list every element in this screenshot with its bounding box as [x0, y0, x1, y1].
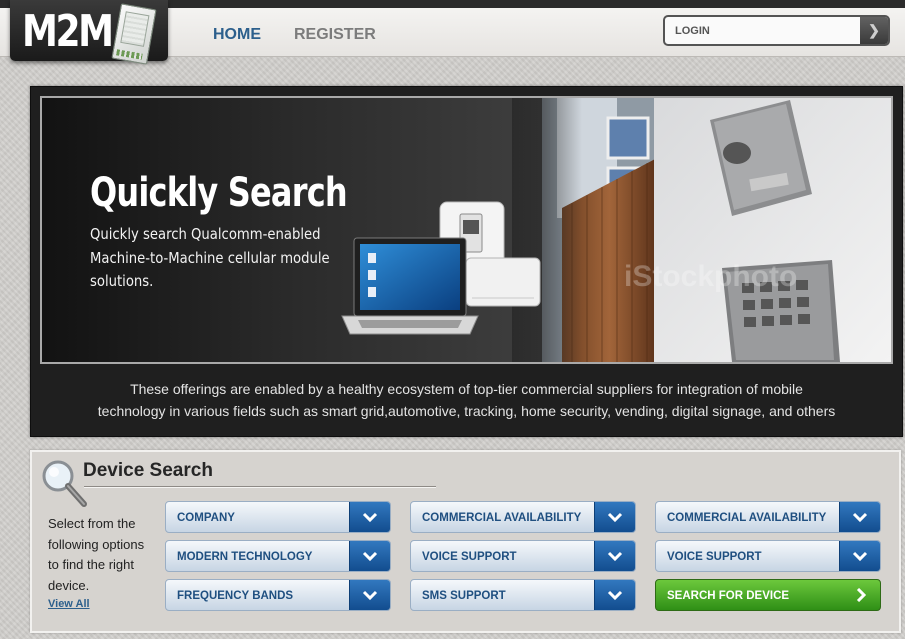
- chevron-down-icon: [349, 580, 390, 610]
- chevron-down-icon: [349, 541, 390, 571]
- title-divider: [84, 486, 436, 487]
- hero-caption-line-1: These offerings are enabled by a healthy…: [130, 381, 803, 397]
- view-all-link[interactable]: View All: [48, 598, 90, 610]
- filter-frequency-bands[interactable]: FREQUENCY BANDS: [165, 579, 391, 611]
- chevron-down-icon: [594, 541, 635, 571]
- chevron-down-icon: [839, 502, 880, 532]
- hero-description: Quickly search Qualcomm-enabled Machine-…: [90, 225, 330, 290]
- filter-sms-support[interactable]: SMS SUPPORT: [410, 579, 636, 611]
- filter-label: MODERN TECHNOLOGY: [177, 551, 313, 563]
- chevron-down-icon: [594, 580, 635, 610]
- hero-banner: iStockphoto Quickly Search Quickly searc…: [30, 86, 903, 437]
- device-search-title: Device Search: [83, 460, 213, 481]
- hero-caption: These offerings are enabled by a healthy…: [51, 378, 882, 422]
- login-input[interactable]: [665, 17, 861, 44]
- filter-label: FREQUENCY BANDS: [177, 590, 294, 602]
- hero-caption-line-2: technology in various fields such as sma…: [97, 403, 836, 419]
- device-search-description: Select from the following options to fin…: [48, 516, 145, 593]
- login-box: ❯: [663, 15, 890, 46]
- filter-label: COMMERCIAL AVAILABILITY: [667, 512, 827, 524]
- m2m-module-icon: [111, 3, 157, 65]
- filter-label: VOICE SUPPORT: [667, 551, 762, 563]
- filter-company[interactable]: COMPANY: [165, 501, 391, 533]
- hero-title: Quickly Search: [90, 170, 348, 216]
- filter-commercial-availability[interactable]: COMMERCIAL AVAILABILITY: [410, 501, 636, 533]
- search-for-device-button[interactable]: SEARCH FOR DEVICE: [655, 579, 881, 611]
- nav-home[interactable]: HOME: [213, 26, 261, 44]
- chevron-down-icon: [839, 541, 880, 571]
- filter-commercial-availability-2[interactable]: COMMERCIAL AVAILABILITY: [655, 501, 881, 533]
- filter-voice-support-2[interactable]: VOICE SUPPORT: [655, 540, 881, 572]
- chevron-right-icon: [856, 588, 866, 602]
- filter-label: SMS SUPPORT: [422, 590, 506, 602]
- filter-modern-technology[interactable]: MODERN TECHNOLOGY: [165, 540, 391, 572]
- chevron-down-icon: [349, 502, 390, 532]
- chevron-down-icon: [594, 502, 635, 532]
- watermark-text: iStockphoto: [624, 260, 797, 293]
- site-logo[interactable]: M2M: [10, 0, 168, 65]
- hero-image-frame: iStockphoto Quickly Search Quickly searc…: [40, 96, 893, 364]
- chevron-right-icon: ❯: [868, 22, 880, 38]
- nav-register[interactable]: REGISTER: [294, 26, 376, 44]
- filter-label: COMPANY: [177, 512, 235, 524]
- filter-voice-support[interactable]: VOICE SUPPORT: [410, 540, 636, 572]
- login-submit-button[interactable]: ❯: [860, 17, 888, 44]
- logo-text: M2M: [22, 6, 114, 57]
- device-search-panel: Device Search Select from the following …: [30, 450, 901, 633]
- filter-label: VOICE SUPPORT: [422, 551, 517, 563]
- search-button-label: SEARCH FOR DEVICE: [667, 590, 790, 602]
- filter-label: COMMERCIAL AVAILABILITY: [422, 512, 582, 524]
